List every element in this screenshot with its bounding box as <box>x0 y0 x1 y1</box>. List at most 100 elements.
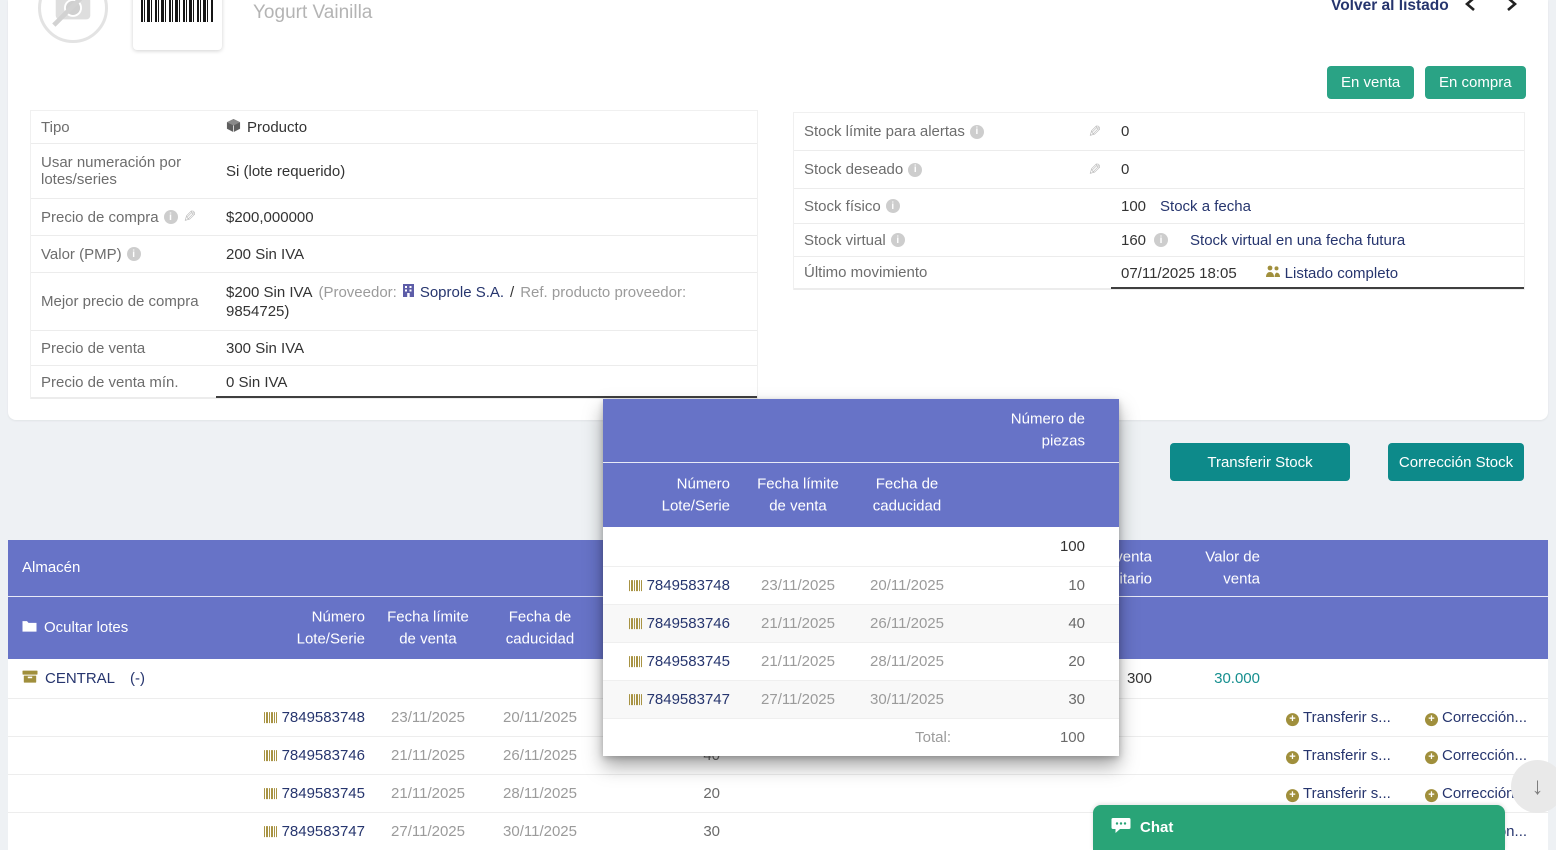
row-label: Valor (PMP) <box>41 246 122 263</box>
plus-icon: + <box>1425 789 1438 802</box>
row-label: Stock deseado <box>804 161 903 178</box>
info-icon[interactable]: i <box>886 199 900 213</box>
row-value: 160 <box>1121 232 1146 249</box>
table-row: Precio de venta mín. 0 Sin IVA <box>31 366 757 399</box>
popup-lot-row: 7849583745 21/11/2025 28/11/2025 20 <box>603 643 1119 681</box>
supplier-label: (Proveedor: <box>318 284 396 301</box>
info-icon[interactable]: i <box>908 163 922 177</box>
lote-link[interactable]: 7849583745 <box>629 653 730 670</box>
piezas: 30 <box>620 821 720 843</box>
fecha-caducidad: 28/11/2025 <box>847 651 967 673</box>
info-icon[interactable]: i <box>164 210 178 224</box>
fecha-limite-venta: 27/11/2025 <box>738 689 858 711</box>
transferir-stock-link[interactable]: +Transferir s... <box>1286 785 1391 802</box>
piezas: 30 <box>985 689 1085 711</box>
fecha-caducidad: 30/11/2025 <box>478 821 602 843</box>
fecha-caducidad: 20/11/2025 <box>478 707 602 729</box>
correccion-stock-link[interactable]: +Corrección... <box>1425 709 1527 726</box>
lote-link[interactable]: 7849583746 <box>264 747 365 764</box>
info-icon[interactable]: i <box>1154 233 1168 247</box>
warehouse-box-icon <box>22 668 38 690</box>
table-row: Stock deseado i ✎ 0 <box>794 151 1524 189</box>
popup-summary-row: 100 <box>603 527 1119 567</box>
product-image-placeholder <box>38 0 108 43</box>
table-row: Usar numeración por lotes/series Si (lot… <box>31 144 757 199</box>
popup-header-row2: NúmeroLote/Serie Fecha límitede venta Fe… <box>603 463 1119 527</box>
info-icon[interactable]: i <box>127 247 141 261</box>
barcode-icon <box>264 712 277 723</box>
warehouse-central-link[interactable]: CENTRAL <box>45 668 115 690</box>
lote-link[interactable]: 7849583748 <box>264 709 365 726</box>
edit-pencil-icon[interactable]: ✎ <box>1088 122 1101 142</box>
transferir-stock-link[interactable]: +Transferir s... <box>1286 709 1391 726</box>
column-header-valor-venta: Valor deventa <box>1160 546 1260 590</box>
lote-link[interactable]: 7849583748 <box>629 577 730 594</box>
row-label: Precio de venta <box>31 332 216 365</box>
row-value: 300 Sin IVA <box>226 340 304 357</box>
plus-icon: + <box>1286 751 1299 764</box>
fecha-caducidad: 26/11/2025 <box>478 745 602 767</box>
barcode-icon <box>264 826 277 837</box>
row-label: Stock límite para alertas <box>804 123 965 140</box>
piezas: 10 <box>985 575 1085 597</box>
lote-link[interactable]: 7849583747 <box>629 691 730 708</box>
chat-launcher[interactable]: Chat <box>1093 805 1505 850</box>
lot-detail-popup: Número depiezas NúmeroLote/Serie Fecha l… <box>603 399 1119 756</box>
row-label: Mejor precio de compra <box>31 285 216 318</box>
transferir-stock-link[interactable]: +Transferir s... <box>1286 747 1391 764</box>
supplier-ref-value: 9854725) <box>226 303 289 320</box>
previous-product-button[interactable] <box>1460 0 1482 16</box>
plus-icon: + <box>1425 713 1438 726</box>
supplier-link[interactable]: Soprole S.A. <box>420 284 504 301</box>
row-value: Si (lote requerido) <box>226 163 345 180</box>
supplier-ref-label: Ref. producto proveedor: <box>520 284 686 301</box>
info-icon[interactable]: i <box>970 125 984 139</box>
lote-link[interactable]: 7849583745 <box>264 785 365 802</box>
back-to-list-link[interactable]: Volver al listado <box>1331 0 1449 15</box>
plus-icon: + <box>1286 713 1299 726</box>
column-header-caducidad: Fecha decaducidad <box>847 473 967 517</box>
edit-pencil-icon[interactable]: ✎ <box>183 207 196 227</box>
edit-pencil-icon[interactable]: ✎ <box>1088 160 1101 180</box>
transferir-stock-button[interactable]: Transferir Stock <box>1170 443 1350 481</box>
plus-icon: + <box>1425 751 1438 764</box>
barcode-icon <box>264 788 277 799</box>
info-icon[interactable]: i <box>891 233 905 247</box>
stock-a-fecha-link[interactable]: Stock a fecha <box>1160 198 1251 215</box>
en-venta-button[interactable]: En venta <box>1327 66 1414 99</box>
lote-link[interactable]: 7849583746 <box>629 615 730 632</box>
people-icon <box>1265 265 1281 282</box>
next-product-button[interactable] <box>1500 0 1522 16</box>
product-cube-icon <box>226 118 241 137</box>
scroll-down-button[interactable]: ↓ <box>1511 760 1556 813</box>
column-header-lote: NúmeroLote/Serie <box>603 473 730 517</box>
chat-label: Chat <box>1140 819 1173 836</box>
popup-lot-row: 7849583747 27/11/2025 30/11/2025 30 <box>603 681 1119 719</box>
barcode-icon <box>629 694 642 705</box>
barcode-icon <box>629 618 642 629</box>
ocultar-lotes-toggle[interactable]: Ocultar lotes <box>22 617 128 639</box>
column-header-fecha-limite: Fecha límitede venta <box>365 606 491 650</box>
piezas: 20 <box>620 783 720 805</box>
stock-virtual-futuro-link[interactable]: Stock virtual en una fecha futura <box>1190 232 1405 249</box>
barcode-bars-icon <box>141 0 214 22</box>
no-camera-icon <box>50 0 96 33</box>
table-row: Mejor precio de compra $200 Sin IVA (Pro… <box>31 273 757 331</box>
row-value: 0 <box>1121 123 1129 140</box>
product-info-table: Tipo Producto Usar numeración por lotes/… <box>30 110 758 399</box>
en-compra-button[interactable]: En compra <box>1425 66 1526 99</box>
lote-link[interactable]: 7849583747 <box>264 823 365 840</box>
fecha-caducidad: 26/11/2025 <box>847 613 967 635</box>
listado-completo-link[interactable]: Listado completo <box>1285 265 1398 282</box>
column-header-fecha-limite: Fecha límitede venta <box>738 473 858 517</box>
fecha-limite-venta: 21/11/2025 <box>738 613 858 635</box>
table-row: Último movimiento 07/11/2025 18:05 Lista… <box>794 257 1524 290</box>
correccion-stock-button[interactable]: Corrección Stock <box>1388 443 1524 481</box>
table-row: Valor (PMP) i 200 Sin IVA <box>31 236 757 273</box>
row-value: Producto <box>247 119 307 136</box>
row-value: 07/11/2025 18:05 <box>1121 265 1237 282</box>
row-value: 200 Sin IVA <box>226 246 304 263</box>
fecha-caducidad: 20/11/2025 <box>847 575 967 597</box>
correccion-stock-link[interactable]: +Corrección... <box>1425 747 1527 764</box>
collapse-lotes-link[interactable]: (-) <box>130 668 145 690</box>
